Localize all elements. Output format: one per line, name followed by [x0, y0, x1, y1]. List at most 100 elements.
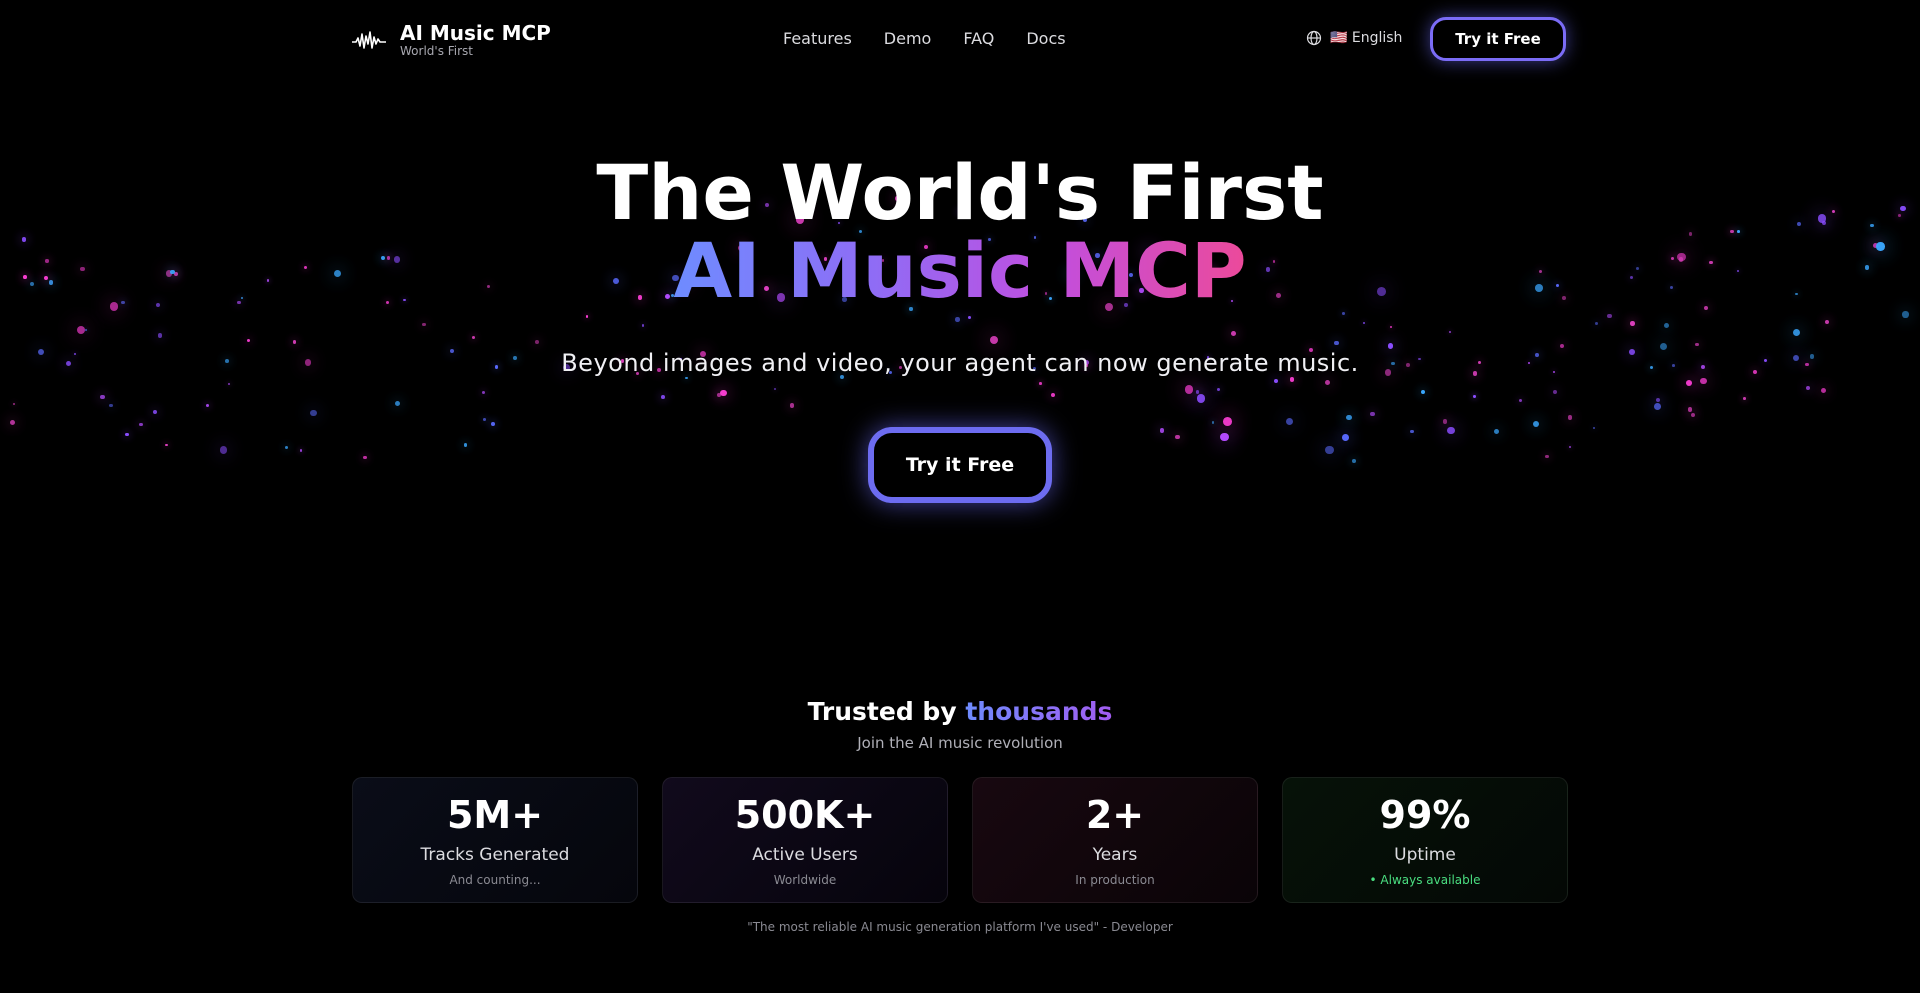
header-try-free-button[interactable]: Try it Free — [1430, 17, 1566, 61]
particle — [1552, 389, 1557, 395]
particle — [1159, 428, 1165, 433]
particle — [10, 420, 16, 426]
particle — [1370, 411, 1375, 416]
particle — [1664, 323, 1670, 329]
stat-label: Active Users — [752, 845, 858, 865]
stat-value: 2+ — [1085, 793, 1145, 837]
particle — [157, 333, 163, 338]
particle — [1518, 398, 1522, 402]
particle — [535, 339, 540, 344]
particle — [205, 404, 209, 408]
main-nav: Features Demo FAQ Docs — [783, 29, 1098, 49]
nav-demo[interactable]: Demo — [884, 29, 932, 49]
trusted-subtitle: Join the AI music revolution — [857, 734, 1063, 752]
stat-value: 99% — [1379, 793, 1471, 837]
language-selector[interactable]: 🇺🇸 English — [1306, 30, 1402, 46]
stat-card-tracks: 5M+ Tracks Generated And counting... — [352, 777, 638, 903]
nav-docs[interactable]: Docs — [1026, 29, 1065, 49]
trusted-title-highlight: thousands — [965, 697, 1113, 726]
stat-label: Tracks Generated — [420, 845, 570, 865]
nav-faq[interactable]: FAQ — [963, 29, 994, 49]
particle — [1545, 454, 1549, 459]
particle — [125, 432, 129, 437]
stat-note: • Always available — [1369, 873, 1481, 887]
particle — [1195, 390, 1199, 394]
brand-subtitle: World's First — [400, 44, 474, 58]
particle — [1421, 389, 1426, 394]
particle — [1630, 321, 1635, 326]
hero-title-line2: AI Music MCP — [0, 226, 1920, 316]
particle — [483, 418, 487, 422]
particle — [1211, 421, 1215, 424]
brand-logo[interactable]: AI Music MCP World's First — [352, 22, 551, 58]
particle — [1700, 377, 1707, 385]
particle — [13, 402, 16, 405]
particle — [955, 317, 960, 322]
trusted-title-prefix: Trusted by — [807, 697, 957, 726]
particle — [1820, 387, 1826, 393]
particle — [1695, 342, 1699, 347]
nav-features[interactable]: Features — [783, 29, 852, 49]
stat-note: In production — [1075, 873, 1155, 887]
particle — [1532, 420, 1539, 428]
particle — [153, 409, 158, 415]
particle — [1351, 459, 1356, 463]
particle — [84, 329, 87, 332]
particle — [491, 422, 495, 426]
particle — [100, 394, 105, 400]
stat-note: And counting... — [449, 873, 541, 887]
particle — [1324, 379, 1331, 386]
particle — [1341, 434, 1349, 441]
particle — [363, 455, 367, 459]
stat-note: Worldwide — [773, 873, 837, 887]
particle — [463, 442, 468, 447]
particle — [1325, 445, 1334, 454]
particle — [1592, 426, 1596, 430]
particle — [1334, 340, 1339, 345]
particle — [1346, 414, 1352, 421]
particle — [1569, 445, 1572, 448]
testimonial-quote: "The most reliable AI music generation p… — [747, 920, 1173, 934]
globe-icon — [1306, 30, 1322, 46]
particle — [1655, 397, 1661, 402]
particle — [774, 388, 777, 391]
particle — [1184, 385, 1194, 394]
language-label: 🇺🇸 English — [1330, 30, 1403, 46]
particle — [641, 324, 645, 327]
particle — [1362, 321, 1366, 325]
particle — [1273, 379, 1278, 384]
particle — [789, 403, 795, 408]
particle — [421, 322, 426, 327]
particle — [219, 446, 228, 454]
particle — [1409, 429, 1414, 434]
particle — [139, 422, 143, 427]
particle — [1824, 320, 1829, 325]
particle — [720, 390, 727, 397]
particle — [246, 338, 251, 343]
particle — [1473, 395, 1476, 398]
particle — [1493, 428, 1500, 435]
particle — [1285, 417, 1294, 426]
hero-title-highlight: AI Music MCP — [673, 226, 1247, 315]
particle — [1687, 407, 1693, 412]
particle — [1390, 326, 1393, 329]
particle — [1792, 329, 1800, 337]
particle — [1447, 426, 1455, 435]
particle — [716, 393, 721, 397]
particle — [1220, 432, 1229, 442]
particle — [1690, 412, 1695, 418]
particle — [76, 325, 86, 335]
particle — [1654, 402, 1662, 410]
particle — [165, 443, 169, 447]
waveform-icon — [352, 31, 386, 49]
particle — [1742, 396, 1746, 400]
hero-try-free-button[interactable]: Try it Free — [868, 427, 1052, 503]
particle — [227, 383, 230, 386]
particle — [299, 449, 302, 452]
particle — [1223, 417, 1233, 426]
particle — [1686, 379, 1693, 386]
stat-card-users: 500K+ Active Users Worldwide — [662, 777, 948, 903]
stat-value: 500K+ — [734, 793, 876, 837]
stat-card-years: 2+ Years In production — [972, 777, 1258, 903]
particle — [967, 315, 972, 320]
